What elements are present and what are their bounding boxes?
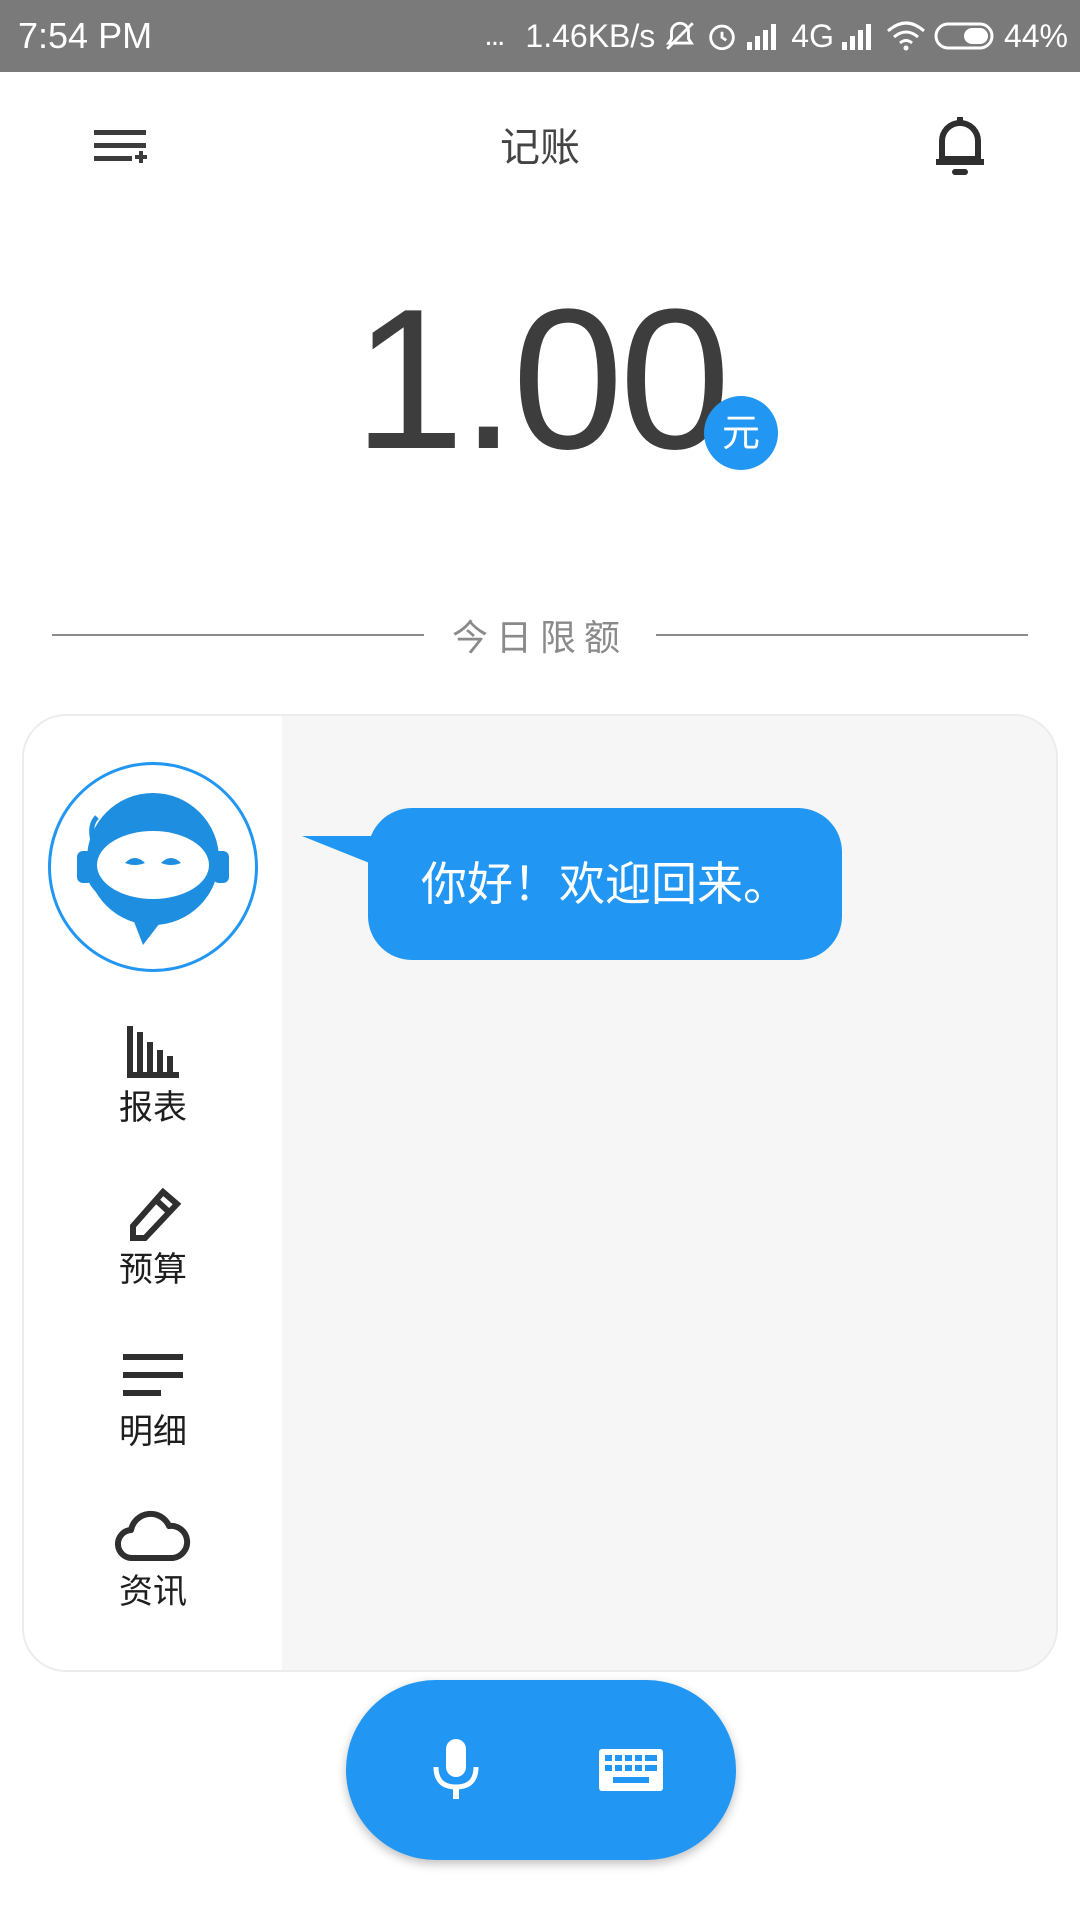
assistant-card: 报表 预算 明细 资讯 你好！欢迎回来。 (22, 714, 1058, 1672)
wifi-icon (886, 21, 926, 51)
robot-headset-icon (77, 793, 229, 945)
nav-label-news: 资讯 (119, 1572, 187, 1612)
amount-value: 1.00 (353, 268, 730, 491)
alarm-icon (705, 19, 739, 53)
app-bar: 记账 (0, 72, 1080, 224)
amount-display: 1.00 元 (0, 270, 1080, 490)
page-title: 记账 (500, 125, 580, 171)
divider-line-right (656, 634, 1029, 636)
keyboard-input-button[interactable] (576, 1720, 686, 1820)
input-toggle (346, 1680, 736, 1860)
nav-item-details[interactable]: 明细 (24, 1346, 282, 1476)
signal-icon-2 (841, 22, 878, 50)
mute-icon (663, 19, 697, 53)
pencil-icon (130, 1187, 182, 1241)
nav-item-reports[interactable]: 报表 (24, 1022, 282, 1152)
daily-limit-label: 今日限额 (452, 618, 629, 659)
notification-button[interactable] (920, 106, 1000, 186)
nav-item-budget[interactable]: 预算 (24, 1184, 282, 1314)
nav-label-details: 明细 (119, 1412, 187, 1452)
daily-limit-divider: 今日限额 (52, 610, 1029, 660)
bell-icon (936, 117, 984, 175)
list-icon (123, 1354, 183, 1396)
currency-badge: 元 (704, 396, 778, 470)
assistant-greeting-bubble: 你好！欢迎回来。 (368, 808, 842, 960)
voice-input-button[interactable] (406, 1720, 506, 1820)
status-indicators: ... 1.46KB/s 4G 44% (484, 14, 1068, 58)
status-bar: 7:54 PM ... 1.46KB/s 4G 44% (0, 0, 1080, 72)
cloud-icon (115, 1510, 191, 1562)
nav-label-budget: 预算 (119, 1250, 187, 1290)
keyboard-icon (599, 1749, 663, 1791)
divider-line-left (52, 634, 424, 636)
assistant-avatar[interactable] (48, 762, 258, 972)
microphone-icon (433, 1739, 479, 1799)
battery-icon (934, 21, 996, 51)
nav-item-news[interactable]: 资讯 (24, 1506, 282, 1636)
network-type: 4G (791, 17, 834, 54)
battery-level: 44% (1003, 17, 1068, 54)
signal-icon (747, 22, 783, 50)
card-sidebar: 报表 预算 明细 资讯 (24, 716, 282, 1670)
status-time: 7:54 PM (18, 15, 153, 56)
bar-chart-icon (127, 1026, 179, 1078)
status-dots: ... (484, 19, 505, 52)
network-speed: 1.46KB/s (525, 17, 656, 54)
nav-label-reports: 报表 (119, 1088, 187, 1128)
